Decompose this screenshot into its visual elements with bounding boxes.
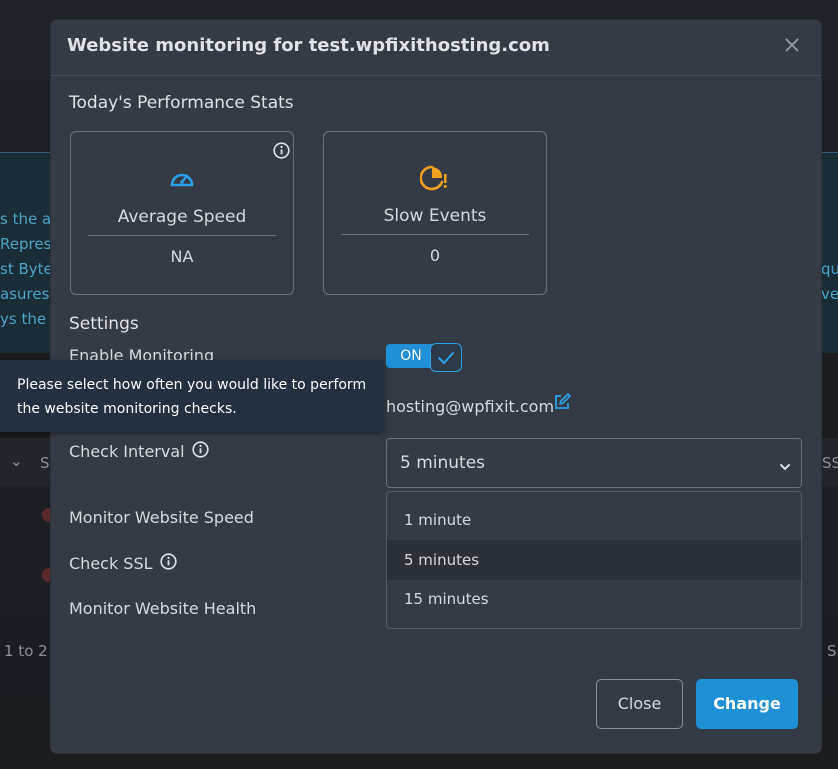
divider (341, 234, 529, 235)
monitor-website-health-label: Monitor Website Health (69, 599, 257, 618)
speedometer-icon (168, 166, 196, 194)
bg-info-line-4: asures (0, 285, 50, 303)
bg-table-col-right: SS (822, 454, 838, 472)
check-icon (438, 352, 454, 364)
info-icon[interactable] (192, 441, 209, 458)
bg-info-right-2: ve (821, 285, 838, 303)
interval-dropdown-menu: 1 minute 5 minutes 15 minutes (386, 491, 802, 629)
stat-value: 0 (429, 246, 441, 265)
change-button[interactable]: Change (696, 679, 798, 729)
stat-label: Slow Events (383, 206, 487, 226)
bg-info-right-1: qu (821, 260, 838, 278)
bg-info-line-1: s the a (0, 210, 52, 228)
dropdown-option[interactable]: 1 minute (387, 500, 801, 540)
toggle-knob (430, 343, 462, 372)
bg-pagination-info: 1 to 2 (4, 642, 48, 660)
bg-sort-icon: ⌄ (10, 452, 23, 470)
stats-heading: Today's Performance Stats (69, 93, 294, 113)
divider (88, 235, 276, 236)
toggle-on-label: ON (386, 344, 436, 368)
check-ssl-label: Check SSL (69, 553, 177, 573)
edit-icon[interactable] (553, 393, 571, 415)
modal-title: Website monitoring for test.wpfixithosti… (67, 35, 550, 56)
check-interval-tooltip: Please select how often you would like t… (0, 360, 384, 432)
close-icon[interactable] (783, 36, 801, 54)
enable-monitoring-toggle[interactable]: ON (386, 343, 463, 372)
select-value: 5 minutes (400, 453, 486, 473)
close-button[interactable]: Close (596, 679, 683, 729)
slow-events-card: Slow Events 0 (323, 131, 547, 295)
settings-heading: Settings (69, 314, 139, 334)
average-speed-card: Average Speed NA (70, 131, 294, 295)
dropdown-option[interactable]: 15 minutes (387, 579, 801, 619)
slow-clock-alert-icon (419, 164, 450, 196)
stat-value: NA (170, 247, 194, 266)
modal-header: Website monitoring for test.wpfixithosti… (51, 20, 821, 76)
tooltip-text: Please select how often you would like t… (17, 377, 367, 417)
notification-email: hosting@wpfixit.com (386, 397, 555, 416)
stat-label: Average Speed (117, 207, 247, 227)
check-ssl-text: Check SSL (69, 554, 153, 573)
dropdown-option-selected[interactable]: 5 minutes (387, 540, 801, 580)
check-interval-label: Check Interval (69, 441, 209, 461)
monitor-website-speed-label: Monitor Website Speed (69, 508, 254, 527)
check-interval-text: Check Interval (69, 442, 185, 461)
bg-pagination-right: S (827, 642, 837, 660)
chevron-down-icon (779, 457, 791, 476)
bg-info-line-3: st Byte (0, 260, 53, 278)
bg-table-col-left: S (40, 454, 50, 472)
check-interval-select[interactable]: 5 minutes (386, 438, 802, 488)
info-icon[interactable] (160, 553, 177, 570)
info-icon[interactable] (273, 142, 290, 163)
